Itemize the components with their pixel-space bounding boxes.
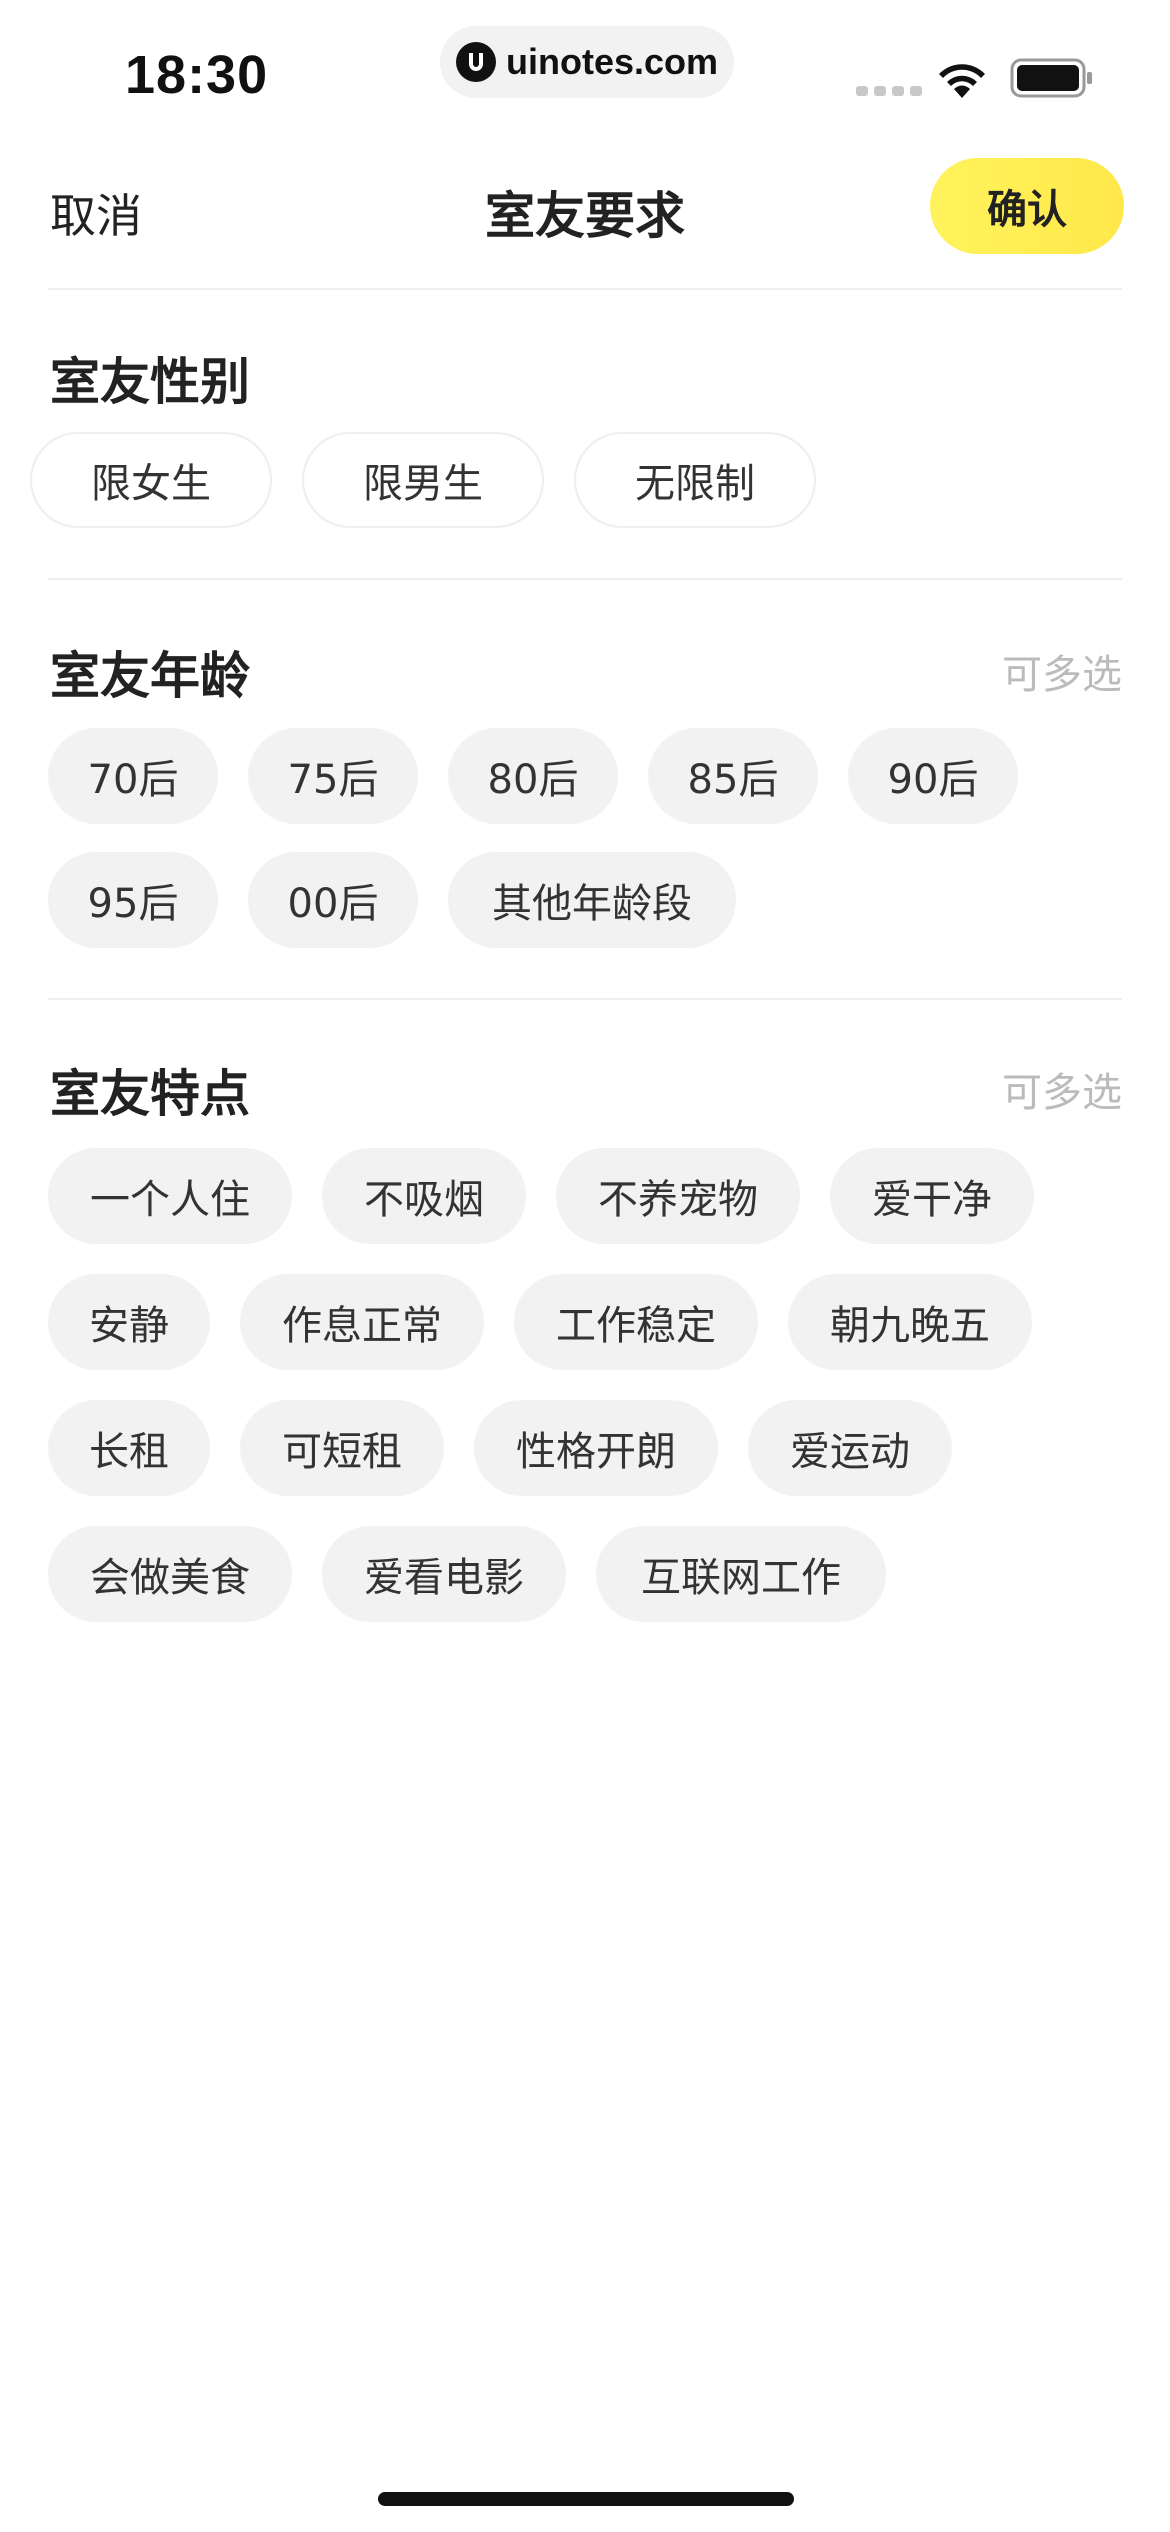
- trait-option[interactable]: 一个人住: [48, 1148, 292, 1244]
- gender-section-title: 室友性别: [50, 353, 250, 411]
- trait-option[interactable]: 互联网工作: [596, 1526, 886, 1622]
- section-divider: [48, 998, 1122, 1000]
- wifi-icon: [939, 64, 985, 98]
- uinotes-logo-icon: [455, 42, 496, 82]
- signal-icon: [856, 86, 922, 96]
- home-indicator[interactable]: [378, 2492, 794, 2506]
- age-option[interactable]: 85后: [648, 728, 818, 824]
- trait-option[interactable]: 可短租: [240, 1400, 444, 1496]
- traits-section-title: 室友特点: [50, 1065, 250, 1123]
- age-option[interactable]: 70后: [48, 728, 218, 824]
- nav-bar: 取消 室友要求 确认: [0, 140, 1170, 288]
- gender-option-any[interactable]: 无限制: [574, 432, 816, 528]
- age-option[interactable]: 00后: [248, 852, 418, 948]
- age-option[interactable]: 95后: [48, 852, 218, 948]
- age-section-title: 室友年龄: [50, 647, 250, 705]
- trait-option[interactable]: 爱看电影: [322, 1526, 566, 1622]
- trait-option[interactable]: 性格开朗: [474, 1400, 718, 1496]
- trait-option[interactable]: 爱运动: [748, 1400, 952, 1496]
- gender-option-female[interactable]: 限女生: [30, 432, 272, 528]
- trait-option[interactable]: 长租: [48, 1400, 210, 1496]
- trait-option[interactable]: 安静: [48, 1274, 210, 1370]
- trait-option[interactable]: 不养宠物: [556, 1148, 800, 1244]
- trait-option[interactable]: 会做美食: [48, 1526, 292, 1622]
- age-option[interactable]: 80后: [448, 728, 618, 824]
- trait-option[interactable]: 朝九晚五: [788, 1274, 1032, 1370]
- age-multi-select-hint: 可多选: [1002, 652, 1122, 698]
- url-text: uinotes.com: [505, 41, 719, 82]
- battery-icon: [1010, 58, 1092, 98]
- age-option[interactable]: 90后: [848, 728, 1018, 824]
- nav-divider: [48, 288, 1122, 290]
- age-option[interactable]: 其他年龄段: [448, 852, 736, 948]
- traits-multi-select-hint: 可多选: [1002, 1070, 1122, 1116]
- age-option[interactable]: 75后: [248, 728, 418, 824]
- status-time: 18:30: [125, 45, 269, 105]
- trait-option[interactable]: 爱干净: [830, 1148, 1034, 1244]
- gender-option-male[interactable]: 限男生: [302, 432, 544, 528]
- trait-option[interactable]: 作息正常: [240, 1274, 484, 1370]
- trait-option[interactable]: 不吸烟: [322, 1148, 526, 1244]
- url-pill[interactable]: uinotes.com: [440, 26, 734, 98]
- confirm-button[interactable]: 确认: [930, 158, 1124, 254]
- trait-option[interactable]: 工作稳定: [514, 1274, 758, 1370]
- section-divider: [48, 578, 1122, 580]
- status-bar: 18:30 uinotes.com: [0, 0, 1170, 140]
- roommate-requirements-page: 18:30 uinotes.com 取消 室友要求 确认 室友性别 限女生 限男…: [0, 0, 1170, 2532]
